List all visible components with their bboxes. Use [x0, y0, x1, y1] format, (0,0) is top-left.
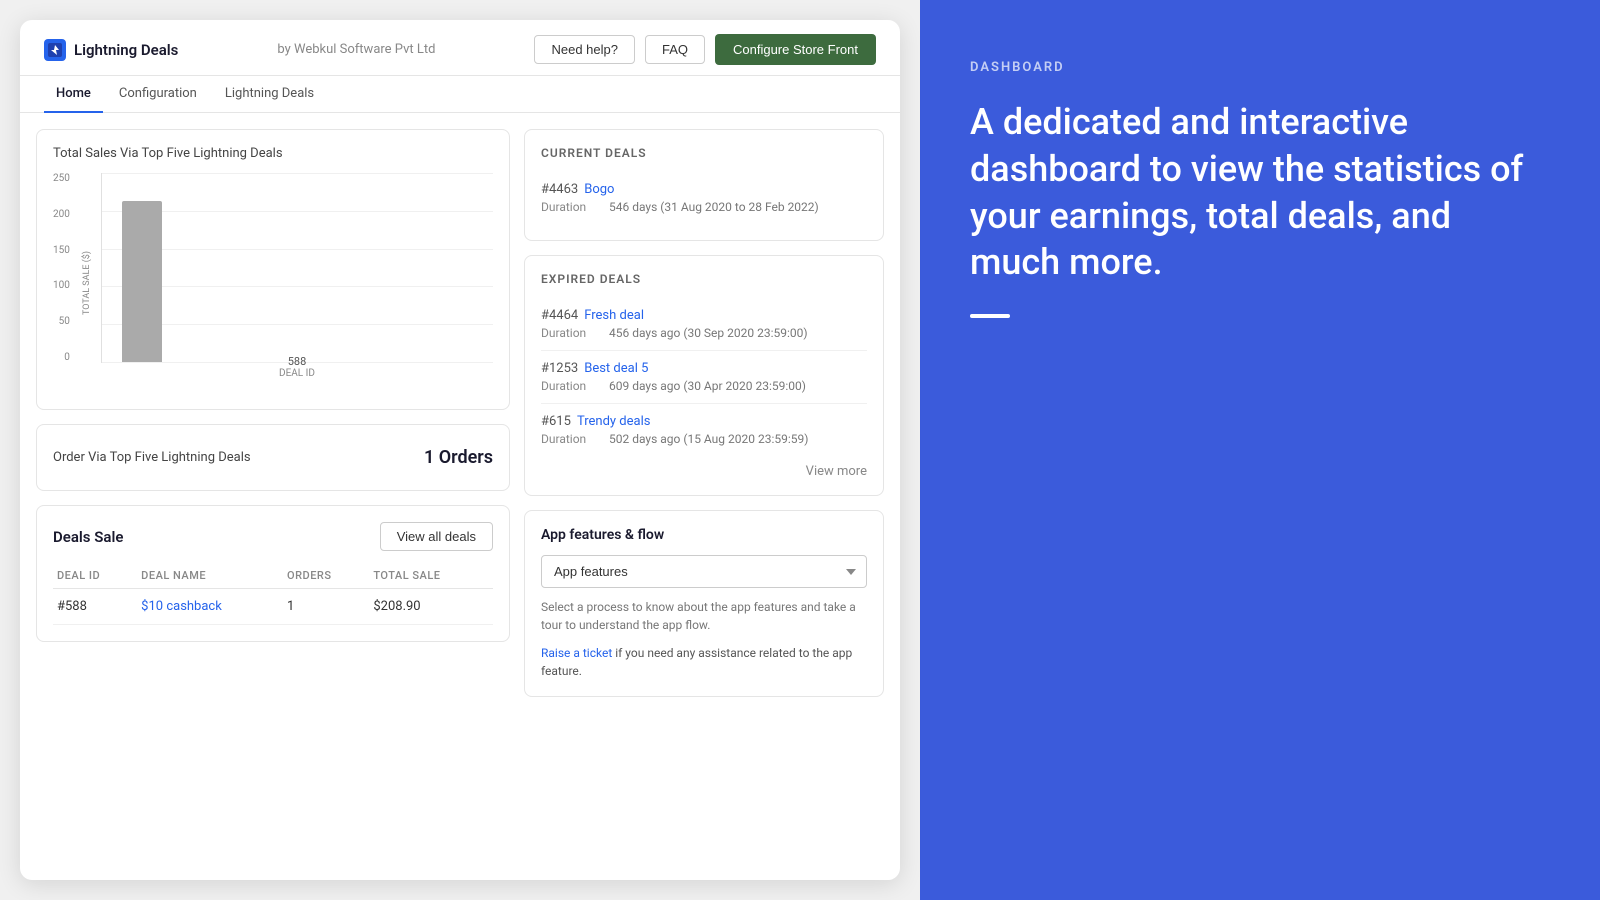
- deal-name[interactable]: Bogo: [584, 182, 614, 197]
- y-label-100: 100: [53, 280, 70, 291]
- app-features-dropdown[interactable]: App features App flow: [541, 555, 867, 588]
- nav-item-lightning-deals[interactable]: Lightning Deals: [213, 76, 326, 113]
- app-features-card: App features & flow App features App flo…: [524, 510, 884, 697]
- top-actions: Need help? FAQ Configure Store Front: [534, 34, 876, 65]
- dashboard-heading: A dedicated and interactive dashboard to…: [970, 99, 1550, 286]
- expired-deal-item: #615 Trendy deals Duration 502 days ago …: [541, 404, 867, 456]
- duration-value: 502 days ago (15 Aug 2020 23:59:59): [609, 432, 808, 446]
- deals-table-head: DEAL ID DEAL NAME ORDERS TOTAL SALE: [53, 563, 493, 589]
- app-features-title: App features & flow: [541, 527, 867, 543]
- duration-label: Duration: [541, 379, 601, 393]
- duration-value: 609 days ago (30 Apr 2020 23:59:00): [609, 379, 806, 393]
- current-deal-item: #4463 Bogo Duration 546 days (31 Aug 202…: [541, 172, 867, 224]
- chart-bars: [102, 173, 493, 362]
- chart-title: Total Sales Via Top Five Lightning Deals: [53, 146, 493, 161]
- expired-deals-list: #4464 Fresh deal Duration 456 days ago (…: [541, 298, 867, 456]
- y-label-250: 250: [53, 173, 70, 184]
- duration-label: Duration: [541, 432, 601, 446]
- table-row: #588 $10 cashback 1 $208.90: [53, 589, 493, 625]
- deals-table-body: #588 $10 cashback 1 $208.90: [53, 589, 493, 625]
- cell-orders: 1: [283, 589, 369, 625]
- by-text: by Webkul Software Pvt Ltd: [277, 42, 435, 57]
- nav-bar: Home Configuration Lightning Deals: [20, 76, 900, 113]
- deals-table-header-row: DEAL ID DEAL NAME ORDERS TOTAL SALE: [53, 563, 493, 589]
- deal-id: #615: [541, 414, 571, 429]
- orders-card: Order Via Top Five Lightning Deals 1 Ord…: [36, 424, 510, 491]
- y-label-0: 0: [64, 352, 70, 363]
- nav-item-configuration[interactable]: Configuration: [107, 76, 209, 113]
- expired-deals-card: EXPIRED DEALS #4464 Fresh deal Duration …: [524, 255, 884, 496]
- view-more-button[interactable]: View more: [541, 456, 867, 479]
- duration-label: Duration: [541, 326, 601, 340]
- right-column: CURRENT DEALS #4463 Bogo Duration 546 da…: [524, 129, 884, 864]
- deal-id: #4463: [541, 182, 578, 197]
- y-labels: 250 200 150 100 50 0: [53, 173, 74, 363]
- orders-value: 1 Orders: [424, 447, 493, 468]
- y-axis-title: TOTAL SALE ($): [82, 251, 92, 315]
- chart-card: Total Sales Via Top Five Lightning Deals…: [36, 129, 510, 410]
- y-label-200: 200: [53, 209, 70, 220]
- deal-duration-row: Duration 456 days ago (30 Sep 2020 23:59…: [541, 326, 867, 340]
- col-deal-name: DEAL NAME: [137, 563, 283, 589]
- view-all-deals-button[interactable]: View all deals: [380, 522, 493, 551]
- x-labels: 588 DEAL ID: [101, 355, 493, 379]
- deals-sale-title: Deals Sale: [53, 528, 123, 546]
- nav-item-home[interactable]: Home: [44, 76, 103, 113]
- deal-row: #1253 Best deal 5: [541, 361, 867, 376]
- deals-sale-card: Deals Sale View all deals DEAL ID DEAL N…: [36, 505, 510, 642]
- col-orders: ORDERS: [283, 563, 369, 589]
- current-deals-list: #4463 Bogo Duration 546 days (31 Aug 202…: [541, 172, 867, 224]
- orders-row: Order Via Top Five Lightning Deals 1 Ord…: [53, 441, 493, 474]
- chart-area: TOTAL SALE ($) 250 200 150 100 50 0: [53, 173, 493, 393]
- duration-label: Duration: [541, 200, 601, 214]
- deal-name[interactable]: Trendy deals: [577, 414, 651, 429]
- app-features-desc: Select a process to know about the app f…: [541, 598, 867, 634]
- deal-name[interactable]: Fresh deal: [584, 308, 644, 323]
- content-area: Total Sales Via Top Five Lightning Deals…: [20, 113, 900, 880]
- configure-button[interactable]: Configure Store Front: [715, 34, 876, 65]
- app-title: Lightning Deals: [74, 41, 178, 59]
- chart-bars-area: [101, 173, 493, 363]
- deal-duration-row: Duration 546 days (31 Aug 2020 to 28 Feb…: [541, 200, 867, 214]
- current-deals-title: CURRENT DEALS: [541, 146, 867, 160]
- raise-ticket-text: Raise a ticket if you need any assistanc…: [541, 644, 867, 680]
- cell-deal-name[interactable]: $10 cashback: [137, 589, 283, 625]
- dashboard-divider: [970, 314, 1010, 318]
- app-icon: [44, 39, 66, 61]
- deal-row: #4463 Bogo: [541, 182, 867, 197]
- y-label-150: 150: [53, 245, 70, 256]
- deal-name[interactable]: Best deal 5: [584, 361, 648, 376]
- faq-button[interactable]: FAQ: [645, 35, 705, 64]
- right-panel: DASHBOARD A dedicated and interactive da…: [920, 0, 1600, 900]
- deal-id: #4464: [541, 308, 578, 323]
- duration-value: 546 days (31 Aug 2020 to 28 Feb 2022): [609, 200, 819, 214]
- deals-sale-header: Deals Sale View all deals: [53, 522, 493, 551]
- duration-value: 456 days ago (30 Sep 2020 23:59:00): [609, 326, 808, 340]
- col-total-sale: TOTAL SALE: [369, 563, 493, 589]
- deals-table: DEAL ID DEAL NAME ORDERS TOTAL SALE #588…: [53, 563, 493, 625]
- expired-deals-title: EXPIRED DEALS: [541, 272, 867, 286]
- cell-total-sale: $208.90: [369, 589, 493, 625]
- app-title-area: Lightning Deals: [44, 39, 178, 61]
- cell-deal-id: #588: [53, 589, 137, 625]
- x-label-value: 588: [288, 355, 307, 368]
- col-deal-id: DEAL ID: [53, 563, 137, 589]
- orders-label: Order Via Top Five Lightning Deals: [53, 450, 251, 465]
- left-column: Total Sales Via Top Five Lightning Deals…: [36, 129, 510, 864]
- current-deals-card: CURRENT DEALS #4463 Bogo Duration 546 da…: [524, 129, 884, 241]
- deal-id: #1253: [541, 361, 578, 376]
- need-help-button[interactable]: Need help?: [534, 35, 635, 64]
- raise-ticket-link[interactable]: Raise a ticket: [541, 646, 612, 660]
- deal-duration-row: Duration 502 days ago (15 Aug 2020 23:59…: [541, 432, 867, 446]
- deal-duration-row: Duration 609 days ago (30 Apr 2020 23:59…: [541, 379, 867, 393]
- chart-bar-588: [122, 201, 162, 362]
- dashboard-label: DASHBOARD: [970, 60, 1550, 75]
- deal-row: #615 Trendy deals: [541, 414, 867, 429]
- y-label-50: 50: [59, 316, 70, 327]
- expired-deal-item: #1253 Best deal 5 Duration 609 days ago …: [541, 351, 867, 404]
- deal-row: #4464 Fresh deal: [541, 308, 867, 323]
- x-label-sub: DEAL ID: [279, 368, 315, 379]
- expired-deal-item: #4464 Fresh deal Duration 456 days ago (…: [541, 298, 867, 351]
